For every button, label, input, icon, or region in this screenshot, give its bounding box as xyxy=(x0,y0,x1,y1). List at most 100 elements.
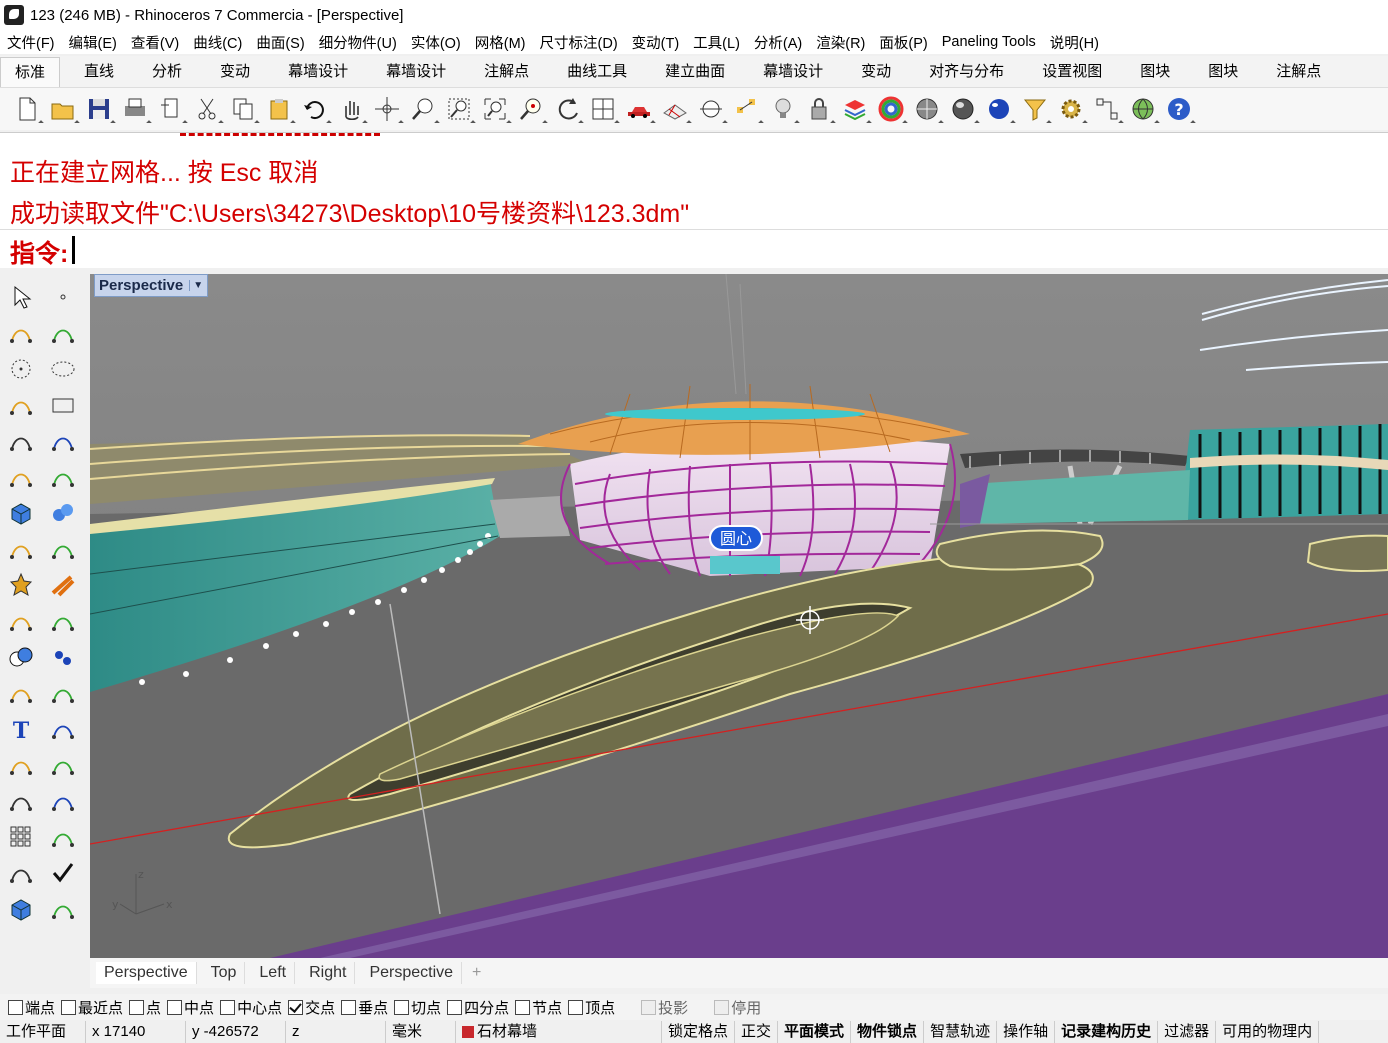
perspective-viewport[interactable]: 圆心 z x y Perspective ▼ xyxy=(90,274,1388,958)
align-tool[interactable] xyxy=(46,820,80,854)
sphere-tool[interactable] xyxy=(46,496,80,530)
circle-tool[interactable] xyxy=(4,352,38,386)
viewport-tab[interactable]: Perspective xyxy=(96,962,197,984)
checkbox[interactable] xyxy=(394,999,410,1015)
toolbar-tab[interactable]: 幕墙设计 xyxy=(749,57,837,87)
line-button[interactable] xyxy=(694,92,728,126)
sphere-rendered-button[interactable] xyxy=(946,92,980,126)
print-button[interactable] xyxy=(118,92,152,126)
check-tool[interactable] xyxy=(46,856,80,890)
osnap-option[interactable]: 停用 xyxy=(714,997,761,1018)
menu-item[interactable]: 曲线(C) xyxy=(193,32,242,53)
explode-tool[interactable] xyxy=(4,568,38,602)
polygon-tool[interactable] xyxy=(4,424,38,458)
menu-item[interactable]: 工具(L) xyxy=(693,32,740,53)
offset-curve-tool[interactable] xyxy=(4,676,38,710)
join-tool[interactable] xyxy=(46,604,80,638)
extrude-tool[interactable] xyxy=(46,460,80,494)
zoom-button[interactable] xyxy=(406,92,440,126)
point-tool[interactable] xyxy=(46,280,80,314)
add-viewport-icon[interactable]: + xyxy=(472,964,481,982)
ortho-toggle[interactable]: 正交 xyxy=(735,1021,779,1043)
checkbox[interactable] xyxy=(447,999,463,1015)
units-label[interactable]: 毫米 xyxy=(386,1021,456,1043)
analyze-tool[interactable] xyxy=(4,856,38,890)
new-file-button[interactable] xyxy=(10,92,44,126)
checkbox[interactable] xyxy=(167,999,183,1015)
bulb-button[interactable] xyxy=(766,92,800,126)
dimension-tool[interactable] xyxy=(46,784,80,818)
toolbar-tab[interactable]: 变动 xyxy=(847,57,905,87)
arc-tool[interactable] xyxy=(4,388,38,422)
menu-item[interactable]: 面板(P) xyxy=(879,32,927,53)
checkbox[interactable] xyxy=(341,999,357,1015)
ellipse-tool[interactable] xyxy=(46,352,80,386)
cylinder-tool[interactable] xyxy=(4,532,38,566)
scale-tool[interactable] xyxy=(46,712,80,746)
help-button[interactable]: ? xyxy=(1162,92,1196,126)
osnap-option[interactable]: 四分点 xyxy=(447,997,509,1018)
snap-button[interactable] xyxy=(1090,92,1124,126)
checkbox[interactable] xyxy=(129,999,145,1015)
four-viewports-button[interactable] xyxy=(586,92,620,126)
menu-item[interactable]: 说明(H) xyxy=(1050,32,1099,53)
menu-item[interactable]: 分析(A) xyxy=(754,32,802,53)
menu-item[interactable]: 尺寸标注(D) xyxy=(540,32,618,53)
menu-item[interactable]: 网格(M) xyxy=(475,32,526,53)
planar-toggle[interactable]: 平面模式 xyxy=(778,1021,852,1043)
globe-button[interactable] xyxy=(1126,92,1160,126)
osnap-option[interactable]: 交点 xyxy=(288,997,335,1018)
grid-array-tool[interactable] xyxy=(4,820,38,854)
sphere-shaded-button[interactable] xyxy=(910,92,944,126)
toolbar-tab[interactable]: 变动 xyxy=(206,57,264,87)
points-button[interactable] xyxy=(730,92,764,126)
physics-toggle[interactable]: 可用的物理内 xyxy=(1216,1021,1320,1043)
menu-item[interactable]: 变动(T) xyxy=(632,32,680,53)
grid-button[interactable] xyxy=(658,92,692,126)
osnap-option[interactable]: 端点 xyxy=(8,997,55,1018)
box-tool[interactable] xyxy=(4,496,38,530)
checkbox[interactable] xyxy=(714,999,730,1015)
rotate-view-button[interactable] xyxy=(370,92,404,126)
osnap-option[interactable]: 投影 xyxy=(641,997,688,1018)
checkbox[interactable] xyxy=(8,999,23,1015)
lock-button[interactable] xyxy=(802,92,836,126)
grid-snap-toggle[interactable]: 锁定格点 xyxy=(662,1021,736,1043)
pan-hand-button[interactable] xyxy=(334,92,368,126)
save-button[interactable] xyxy=(82,92,116,126)
checkbox[interactable] xyxy=(515,999,531,1015)
layer-button[interactable] xyxy=(838,92,872,126)
viewport-tab[interactable]: Perspective xyxy=(361,962,463,984)
split-tool[interactable] xyxy=(4,604,38,638)
cut-button[interactable] xyxy=(190,92,224,126)
menu-item[interactable]: 查看(V) xyxy=(131,32,179,53)
viewport-tab[interactable]: Top xyxy=(203,962,246,984)
menu-item[interactable]: 实体(O) xyxy=(411,32,461,53)
undo-button[interactable] xyxy=(298,92,332,126)
toolbar-tab[interactable]: 幕墙设计 xyxy=(372,57,460,87)
menu-item[interactable]: 渲染(R) xyxy=(816,32,865,53)
fillet-curve-tool[interactable] xyxy=(46,676,80,710)
toolbar-tab[interactable]: 标准 xyxy=(0,57,61,87)
array-tool[interactable] xyxy=(4,748,38,782)
smarttrack-toggle[interactable]: 智慧轨迹 xyxy=(924,1021,998,1043)
group-tool[interactable] xyxy=(46,640,80,674)
mesh-tool[interactable] xyxy=(46,532,80,566)
select-arrow-tool[interactable] xyxy=(4,280,38,314)
menu-item[interactable]: 曲面(S) xyxy=(256,32,304,53)
osnap-option[interactable]: 顶点 xyxy=(568,997,615,1018)
render-button[interactable] xyxy=(982,92,1016,126)
trim-tool[interactable] xyxy=(46,568,80,602)
text-tool[interactable]: T xyxy=(4,712,38,746)
osnap-option[interactable]: 点 xyxy=(129,997,161,1018)
osnap-option[interactable]: 中心点 xyxy=(220,997,282,1018)
curve-tool[interactable] xyxy=(46,316,80,350)
open-folder-button[interactable] xyxy=(46,92,80,126)
zoom-extents-button[interactable] xyxy=(478,92,512,126)
toolbar-tab[interactable]: 幕墙设计 xyxy=(274,57,362,87)
osnap-option[interactable]: 最近点 xyxy=(61,997,123,1018)
menu-item[interactable]: 编辑(E) xyxy=(69,32,117,53)
paste-button[interactable] xyxy=(262,92,296,126)
viewport-tab[interactable]: Left xyxy=(251,962,296,984)
command-line[interactable]: 指令: xyxy=(0,229,1388,269)
